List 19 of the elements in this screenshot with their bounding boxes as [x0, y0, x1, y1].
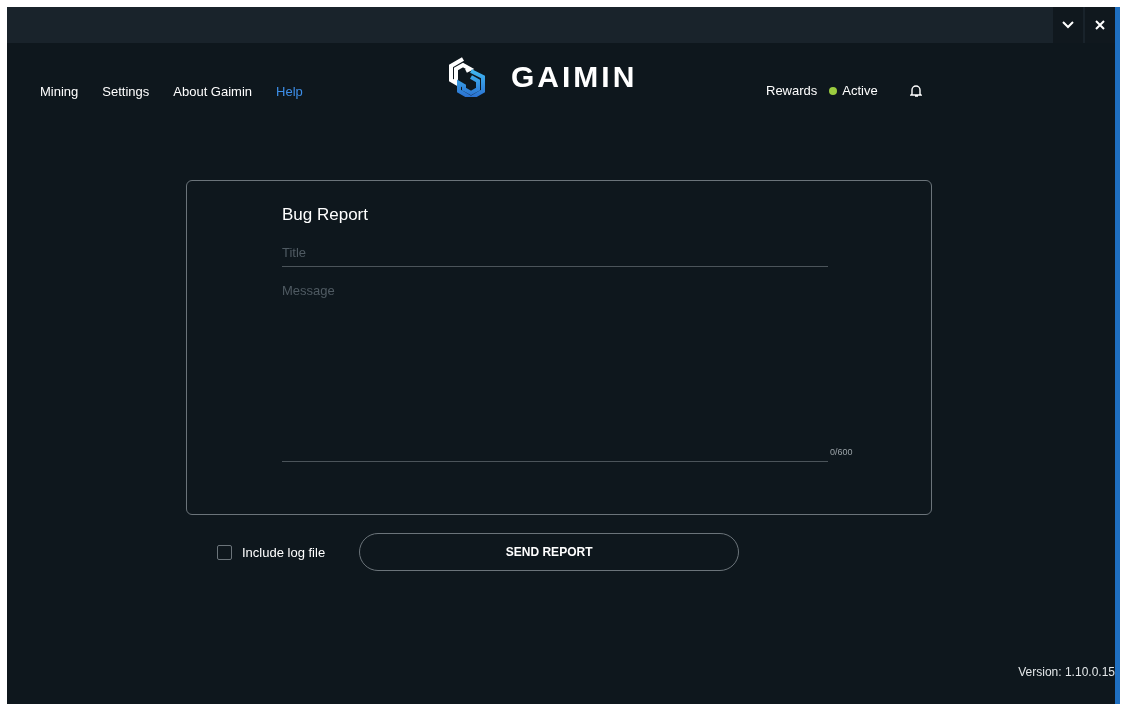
checkbox[interactable] [217, 544, 232, 560]
status-text: Active [842, 83, 878, 98]
nav-link[interactable]: Settings [102, 83, 150, 99]
form-title: Bug Report [282, 205, 369, 225]
chevron-down-icon [1062, 21, 1074, 29]
title-field[interactable]: Title [282, 239, 828, 267]
checkbox-label: Include log file [242, 544, 326, 560]
close-button[interactable] [1085, 7, 1115, 43]
nav-link[interactable]: About Gaimin [173, 83, 253, 99]
nav-link[interactable]: Mining [40, 83, 79, 99]
close-icon [1095, 20, 1105, 30]
rewards-link[interactable]: Rewards [766, 83, 818, 98]
message-field[interactable]: Message [282, 277, 828, 462]
nav-link[interactable]: Help [276, 83, 303, 99]
version-text: Version: 1.10.0.15 [1018, 665, 1115, 679]
character-counter: 0/600 [830, 447, 853, 457]
minimize-button[interactable] [1053, 7, 1083, 43]
logo-text: GAIMIN [511, 60, 638, 94]
bell-icon[interactable] [909, 83, 922, 98]
